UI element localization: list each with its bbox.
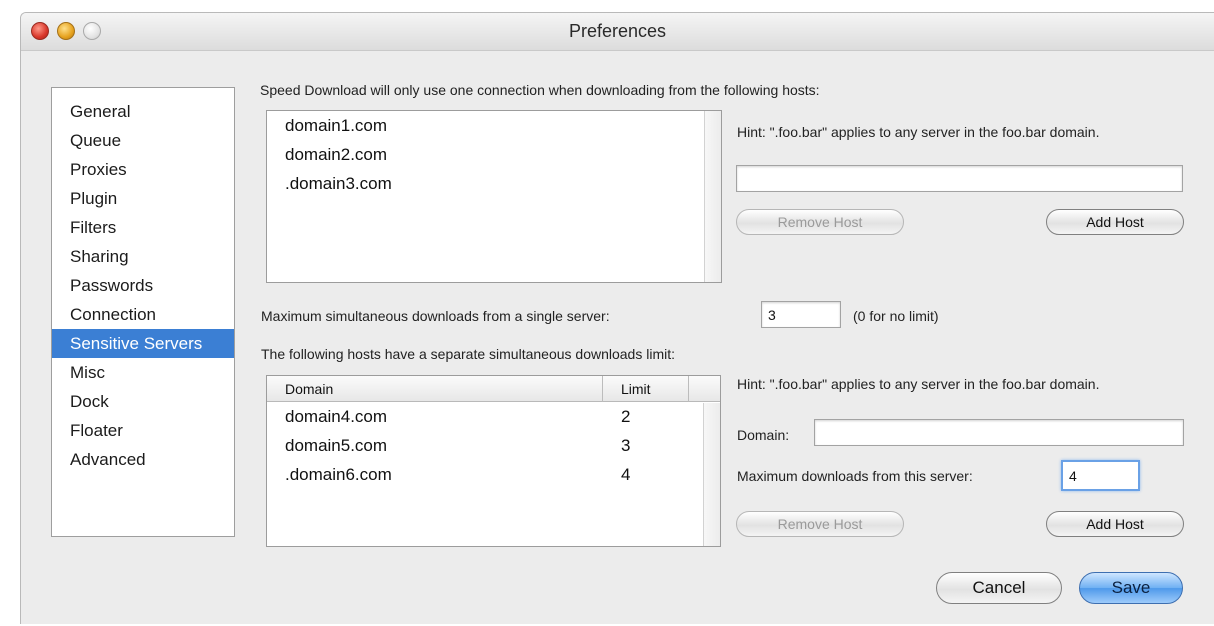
max-simultaneous-input[interactable] — [761, 301, 841, 328]
sidebar-item-proxies[interactable]: Proxies — [52, 155, 234, 184]
single-connection-host-list[interactable]: domain1.com domain2.com .domain3.com — [266, 110, 722, 283]
separate-limits-hint: Hint: ".foo.bar" applies to any server i… — [737, 376, 1100, 392]
sidebar-item-misc[interactable]: Misc — [52, 358, 234, 387]
sidebar-item-general[interactable]: General — [52, 97, 234, 126]
limit-cell: 4 — [621, 465, 631, 484]
sidebar-item-plugin[interactable]: Plugin — [52, 184, 234, 213]
single-connection-description: Speed Download will only use one connect… — [260, 82, 820, 98]
preferences-window: Preferences General Queue Proxies Plugin… — [20, 12, 1214, 624]
sidebar-item-queue[interactable]: Queue — [52, 126, 234, 155]
sidebar-item-floater[interactable]: Floater — [52, 416, 234, 445]
max-downloads-label: Maximum downloads from this server: — [737, 468, 973, 484]
sidebar-item-advanced[interactable]: Advanced — [52, 445, 234, 474]
sidebar-item-passwords[interactable]: Passwords — [52, 271, 234, 300]
table-row[interactable]: .domain6.com 4 — [267, 460, 720, 489]
title-bar: Preferences — [21, 13, 1214, 51]
list-item[interactable]: .domain3.com — [267, 169, 721, 198]
column-header-domain[interactable]: Domain — [267, 376, 603, 402]
sidebar-item-connection[interactable]: Connection — [52, 300, 234, 329]
max-downloads-input[interactable] — [1061, 460, 1140, 491]
remove-limited-host-button[interactable]: Remove Host — [736, 511, 904, 537]
preferences-sidebar: General Queue Proxies Plugin Filters Sha… — [51, 87, 235, 537]
domain-cell: .domain6.com — [285, 465, 392, 484]
remove-host-button[interactable]: Remove Host — [736, 209, 904, 235]
sidebar-item-sensitive-servers[interactable]: Sensitive Servers — [52, 329, 234, 358]
single-connection-host-input[interactable] — [736, 165, 1183, 192]
table-header: Domain Limit — [267, 376, 720, 402]
separate-limits-description: The following hosts have a separate simu… — [261, 346, 676, 362]
sidebar-item-filters[interactable]: Filters — [52, 213, 234, 242]
add-host-button[interactable]: Add Host — [1046, 209, 1184, 235]
limit-cell: 3 — [621, 436, 631, 455]
window-title: Preferences — [568, 21, 667, 41]
domain-label: Domain: — [737, 427, 790, 443]
list-item[interactable]: domain1.com — [267, 111, 721, 140]
domain-input[interactable] — [814, 419, 1184, 446]
separate-limits-table[interactable]: Domain Limit domain4.com 2 domain5.com 3… — [266, 375, 721, 547]
sidebar-item-sharing[interactable]: Sharing — [52, 242, 234, 271]
add-limited-host-button[interactable]: Add Host — [1046, 511, 1184, 537]
max-simultaneous-label: Maximum simultaneous downloads from a si… — [261, 308, 610, 324]
list-item[interactable]: domain2.com — [267, 140, 721, 169]
vertical-scrollbar[interactable] — [703, 403, 720, 546]
sidebar-item-dock[interactable]: Dock — [52, 387, 234, 416]
save-button[interactable]: Save — [1079, 572, 1183, 604]
column-header-limit[interactable]: Limit — [603, 376, 689, 402]
limit-cell: 2 — [621, 407, 631, 426]
vertical-scrollbar[interactable] — [704, 111, 721, 282]
table-row[interactable]: domain5.com 3 — [267, 431, 720, 460]
table-row[interactable]: domain4.com 2 — [267, 402, 720, 431]
no-limit-note: (0 for no limit) — [853, 308, 939, 324]
cancel-button[interactable]: Cancel — [936, 572, 1062, 604]
domain-cell: domain4.com — [285, 407, 388, 426]
domain-cell: domain5.com — [285, 436, 388, 455]
single-connection-hint: Hint: ".foo.bar" applies to any server i… — [737, 124, 1100, 140]
